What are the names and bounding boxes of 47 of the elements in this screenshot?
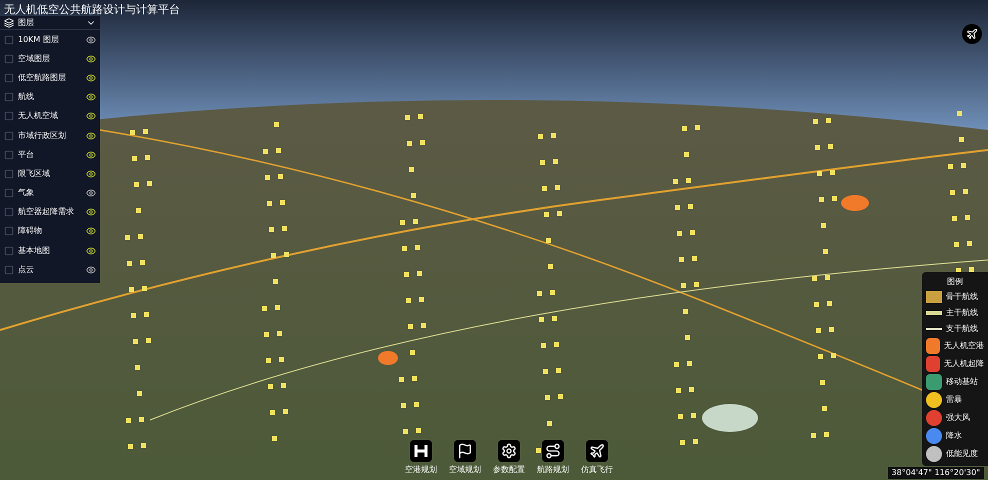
window-title: 无人机低空公共航路设计与计算平台 [4,2,180,18]
legend-label: 雷暴 [946,394,962,406]
toolbar-button[interactable]: 航路规划 [537,440,569,476]
legend-label: 降水 [946,430,962,442]
layers-icon [4,18,14,28]
layer-item[interactable]: 点云 [18,264,82,276]
toolbar-button[interactable]: 空港规划 [405,440,437,476]
eye-icon[interactable] [86,34,96,45]
layer-item[interactable]: 10KM 图层 [18,34,82,46]
legend-label: 支干航线 [946,323,978,335]
toolbar-button[interactable]: 空域规划 [449,440,481,476]
panel-title: 图层 [18,16,35,28]
legend-label: 低能见度 [946,448,978,460]
layer-item[interactable]: 平台 [18,148,82,161]
layer-item[interactable]: 航线 [18,91,82,104]
toolbar-button[interactable]: 参数配置 [493,440,525,476]
eye-icon[interactable] [86,246,96,256]
eye-icon[interactable] [86,54,96,64]
legend-label: 移动基站 [946,376,978,388]
eye-icon[interactable] [86,111,96,122]
plane-icon [966,28,978,40]
eye-icon[interactable] [86,264,96,275]
layer-item[interactable]: 市域行政区划 [18,130,82,142]
legend-label: 主干航线 [946,307,978,319]
coordinates-text: 38°04'47" 116°20'30" [888,467,984,479]
eye-icon[interactable] [86,130,96,141]
eye-icon[interactable] [86,72,96,83]
layer-item[interactable]: 无人机空域 [18,110,82,122]
legend-label: 无人机起降 [944,358,984,370]
toolbar-button[interactable]: 仿真飞行 [581,440,613,476]
eye-icon[interactable] [86,168,96,179]
eye-icon[interactable] [86,207,96,218]
legend-label: 无人机空港 [944,340,984,352]
layer-item[interactable]: 航空器起降需求 [18,206,82,218]
legend-label: 强大风 [946,412,970,424]
layer-item[interactable]: 基本地图 [18,244,82,257]
eye-icon[interactable] [86,92,96,102]
eye-icon[interactable] [86,150,96,160]
layer-item[interactable]: 气象 [18,187,82,200]
eye-icon[interactable] [86,226,96,236]
layer-item[interactable]: 障碍物 [18,225,82,238]
legend-title: 图例 [946,276,964,288]
eye-icon[interactable] [86,188,96,198]
layer-item[interactable]: 低空航路图层 [18,72,82,84]
layer-item[interactable]: 限飞区域 [18,168,82,180]
layer-item[interactable]: 空域图层 [18,52,82,65]
legend-label: 骨干航线 [946,291,978,303]
